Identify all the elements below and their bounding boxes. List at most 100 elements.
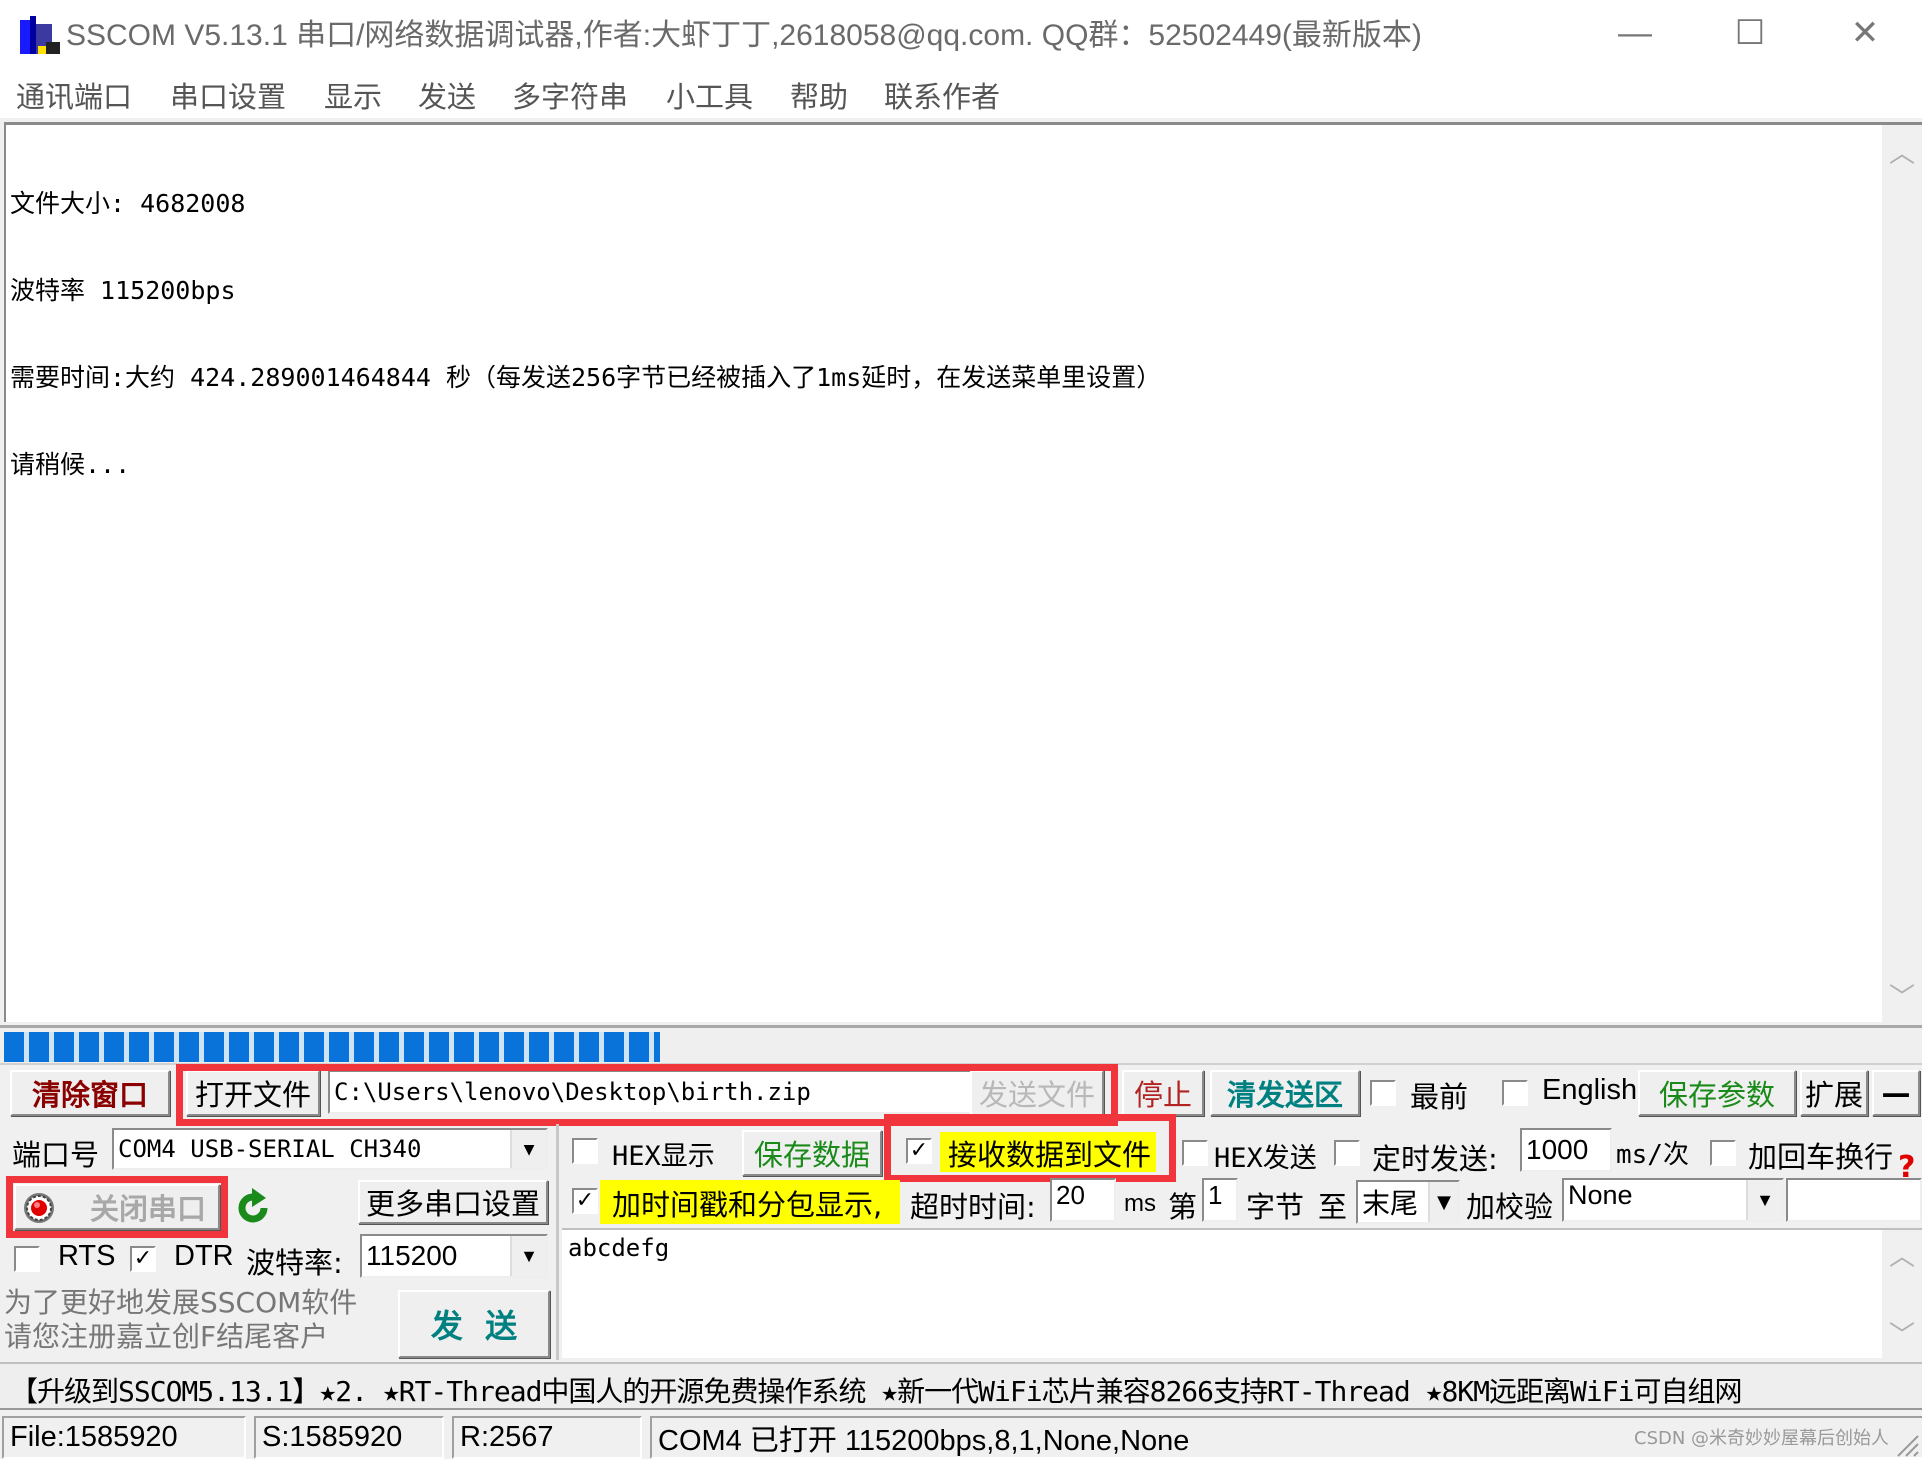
from-label: 第 xyxy=(1168,1190,1198,1224)
menu-bar: 通讯端口 串口设置 显示 发送 多字符串 小工具 帮助 联系作者 xyxy=(0,66,1922,118)
close-port-label: 关闭串口 xyxy=(89,1192,206,1226)
checksum-result-field xyxy=(1786,1178,1922,1222)
send-file-button[interactable]: 发送文件 xyxy=(970,1070,1104,1116)
notice-line: 请您注册嘉立创F结尾客户 xyxy=(4,1320,329,1353)
add-crlf-checkbox[interactable] xyxy=(1710,1140,1736,1166)
english-checkbox[interactable] xyxy=(1502,1080,1528,1106)
clear-window-button[interactable]: 清除窗口 xyxy=(10,1070,170,1116)
app-icon xyxy=(20,16,60,54)
timeout-input[interactable]: 20 xyxy=(1050,1178,1116,1222)
port-select[interactable]: COM4 USB-SERIAL CH340 ▼ xyxy=(112,1128,548,1170)
refresh-icon[interactable] xyxy=(234,1188,274,1228)
send-scrollbar[interactable]: ︿ ﹀ xyxy=(1882,1230,1922,1358)
menu-serial-settings[interactable]: 串口设置 xyxy=(170,74,286,116)
port-status-led-icon xyxy=(24,1193,54,1223)
resize-grip-icon[interactable] xyxy=(1892,1430,1920,1458)
menu-display[interactable]: 显示 xyxy=(324,74,382,116)
menu-comm-port[interactable]: 通讯端口 xyxy=(16,74,132,116)
chevron-down-icon[interactable]: ▼ xyxy=(510,1130,546,1168)
dtr-checkbox[interactable]: ✓ xyxy=(130,1246,156,1272)
send-text: abcdefg xyxy=(568,1234,670,1262)
more-serial-settings-button[interactable]: 更多串口设置 xyxy=(358,1180,548,1224)
file-path-field[interactable]: C:\Users\lenovo\Desktop\birth.zip xyxy=(328,1070,978,1114)
scroll-up-icon[interactable]: ︿ xyxy=(1882,1236,1922,1273)
hex-display-checkbox[interactable] xyxy=(572,1138,598,1164)
receive-line: 请稍候... xyxy=(10,450,131,479)
timestamp-label: 加时间戳和分包显示, xyxy=(612,1188,883,1222)
from-byte-input[interactable]: 1 xyxy=(1202,1178,1238,1222)
send-text-area[interactable]: abcdefg ︿ ﹀ xyxy=(562,1228,1922,1358)
hex-send-checkbox[interactable] xyxy=(1182,1140,1208,1166)
receive-line: 文件大小: 4682008 xyxy=(10,189,246,218)
baud-select[interactable]: 115200 ▼ xyxy=(360,1234,548,1278)
timed-interval-input[interactable]: 1000 xyxy=(1520,1128,1612,1172)
timeout-label: 超时时间: xyxy=(910,1190,1036,1224)
scroll-down-icon[interactable]: ﹀ xyxy=(1882,1315,1922,1352)
recv-to-file-check-mark: ✓ xyxy=(909,1138,929,1163)
open-file-button[interactable]: 打开文件 xyxy=(186,1070,320,1116)
chevron-down-icon[interactable]: ▼ xyxy=(1746,1180,1782,1220)
receive-area[interactable]: 文件大小: 4682008 波特率 115200bps 需要时间:大约 424.… xyxy=(4,122,1922,1022)
timestamp-checkbox[interactable]: ✓ xyxy=(572,1188,598,1214)
expand-button[interactable]: 扩展 xyxy=(1800,1070,1868,1116)
topmost-label: 最前 xyxy=(1410,1080,1469,1114)
recv-to-file-label: 接收数据到文件 xyxy=(948,1138,1152,1172)
chevron-down-icon[interactable]: ▼ xyxy=(1428,1182,1458,1222)
receive-line: 需要时间:大约 424.289001464844 秒（每发送256字节已经被插入… xyxy=(10,363,1162,392)
minimize-button[interactable]: — xyxy=(1580,0,1690,66)
hex-display-label: HEX显示 xyxy=(612,1141,715,1172)
clear-send-button[interactable]: 清发送区 xyxy=(1210,1070,1360,1116)
add-crlf-label: 加回车换行 xyxy=(1748,1140,1894,1174)
to-label: 至 xyxy=(1318,1190,1348,1224)
register-notice: 为了更好地发展SSCOM软件 请您注册嘉立创F结尾客户 xyxy=(4,1286,357,1354)
timed-send-checkbox[interactable] xyxy=(1334,1140,1360,1166)
checksum-select-value: None xyxy=(1568,1180,1633,1210)
chevron-down-icon[interactable]: ▼ xyxy=(510,1236,546,1276)
title-bar: SSCOM V5.13.1 串口/网络数据调试器,作者:大虾丁丁,2618058… xyxy=(0,0,1922,66)
panel-divider xyxy=(556,1124,559,1360)
notice-line: 为了更好地发展SSCOM软件 xyxy=(4,1286,358,1319)
dtr-label: DTR xyxy=(174,1240,234,1272)
rts-checkbox[interactable] xyxy=(14,1246,40,1272)
minimize-icon: — xyxy=(1618,13,1652,52)
topmost-checkbox[interactable] xyxy=(1370,1080,1396,1106)
status-file-count: File:1585920 xyxy=(2,1416,246,1459)
save-data-button[interactable]: 保存数据 xyxy=(742,1130,882,1176)
maximize-icon: ☐ xyxy=(1734,14,1766,52)
news-ticker[interactable]: 【升级到SSCOM5.13.1】★2. ★RT-Thread中国人的开源免费操作… xyxy=(0,1362,1922,1410)
send-progress-bar xyxy=(0,1025,1922,1065)
save-params-button[interactable]: 保存参数 xyxy=(1638,1070,1796,1116)
rts-label: RTS xyxy=(58,1240,116,1272)
baud-select-value: 115200 xyxy=(366,1240,458,1271)
scroll-up-icon[interactable]: ︿ xyxy=(1882,133,1922,170)
interval-unit-label: ms/次 xyxy=(1616,1140,1689,1170)
scroll-down-icon[interactable]: ﹀ xyxy=(1882,977,1922,1014)
timeout-unit-label: ms xyxy=(1124,1190,1156,1217)
menu-contact-author[interactable]: 联系作者 xyxy=(884,74,1000,116)
recv-to-file-checkbox[interactable]: ✓ xyxy=(906,1138,932,1164)
checksum-label: 加校验 xyxy=(1466,1190,1554,1224)
menu-help[interactable]: 帮助 xyxy=(790,74,848,116)
menu-tools[interactable]: 小工具 xyxy=(666,74,753,116)
menu-multi-string[interactable]: 多字符串 xyxy=(512,74,628,116)
close-port-button[interactable]: 关闭串口 xyxy=(14,1184,220,1230)
byte-label: 字节 xyxy=(1246,1190,1305,1224)
checksum-select[interactable]: None ▼ xyxy=(1562,1178,1784,1222)
ticker-text: 【升级到SSCOM5.13.1】★2. ★RT-Thread中国人的开源免费操作… xyxy=(10,1375,1742,1408)
to-select[interactable]: 末尾 ▼ xyxy=(1356,1180,1460,1224)
send-button[interactable]: 发 送 xyxy=(398,1290,550,1358)
watermark: CSDN @米奇妙妙屋幕后创始人 xyxy=(1634,1428,1890,1449)
dtr-check-mark: ✓ xyxy=(133,1246,153,1271)
maximize-button[interactable]: ☐ xyxy=(1695,0,1805,66)
receive-text: 文件大小: 4682008 波特率 115200bps 需要时间:大约 424.… xyxy=(10,131,1161,537)
receive-scrollbar[interactable]: ︿ ﹀ xyxy=(1882,125,1922,1022)
english-label: English xyxy=(1542,1074,1638,1106)
menu-send[interactable]: 发送 xyxy=(418,74,476,116)
status-received-count: R:2567 xyxy=(452,1416,642,1459)
progress-fill xyxy=(4,1032,660,1062)
status-sent-count: S:1585920 xyxy=(254,1416,444,1459)
stop-button[interactable]: 停止 xyxy=(1122,1070,1204,1116)
collapse-button[interactable]: — xyxy=(1872,1070,1920,1116)
window-title: SSCOM V5.13.1 串口/网络数据调试器,作者:大虾丁丁,2618058… xyxy=(66,19,1422,52)
close-button[interactable]: ✕ xyxy=(1810,0,1920,66)
